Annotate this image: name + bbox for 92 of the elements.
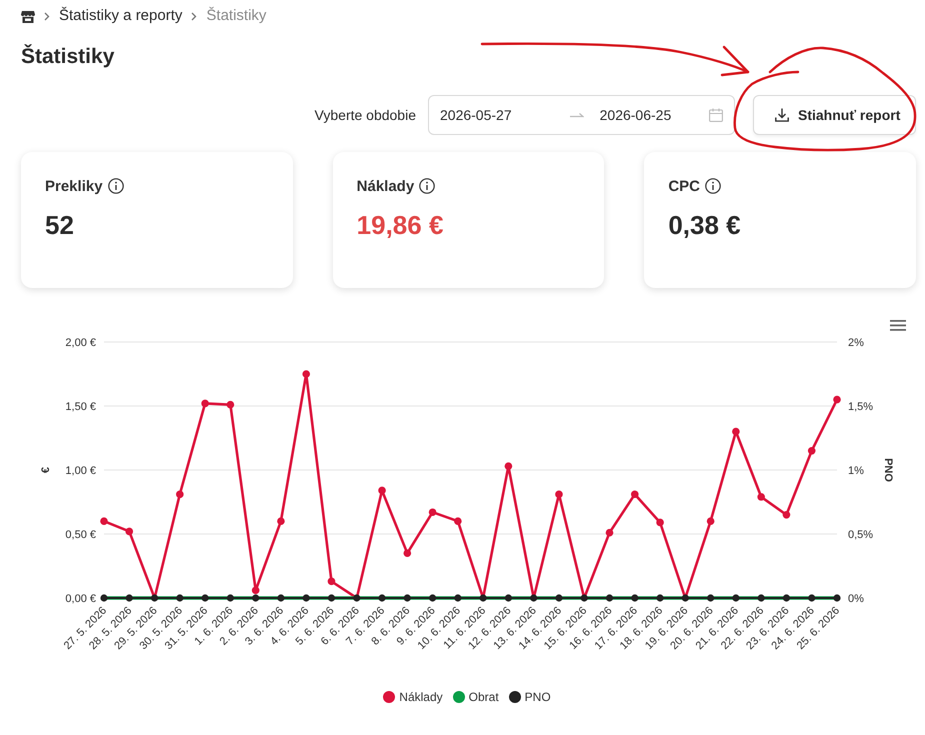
data-point xyxy=(782,594,790,602)
data-point xyxy=(504,594,512,602)
card-title: Náklady xyxy=(356,178,414,194)
data-point xyxy=(833,594,841,602)
data-point xyxy=(404,594,411,602)
data-point xyxy=(201,400,209,408)
data-point xyxy=(277,517,285,525)
data-point xyxy=(631,490,639,498)
data-point xyxy=(757,493,765,501)
card-title: CPC xyxy=(668,178,700,194)
data-point xyxy=(353,594,360,602)
legend-item[interactable]: PNO xyxy=(508,690,551,704)
legend-label: PNO xyxy=(524,690,551,704)
data-point xyxy=(833,396,841,404)
card-value: 0,38 € xyxy=(668,209,741,241)
data-point xyxy=(302,370,310,378)
data-point xyxy=(328,594,336,602)
data-point xyxy=(732,594,740,602)
axis-tick-label: 1,00 € xyxy=(65,465,96,477)
breadcrumb-link[interactable]: Štatistiky a reporty xyxy=(59,6,182,26)
axis-tick-label: 1,50 € xyxy=(65,401,96,413)
data-point xyxy=(454,517,462,525)
data-point xyxy=(530,594,538,602)
data-point xyxy=(202,594,209,602)
legend-label: Náklady xyxy=(399,690,443,704)
data-point xyxy=(606,594,614,602)
calendar-icon xyxy=(709,108,723,122)
data-point xyxy=(782,511,790,519)
data-point xyxy=(277,594,285,602)
data-point xyxy=(404,549,412,557)
data-point xyxy=(480,594,487,602)
download-icon xyxy=(775,108,789,122)
data-point xyxy=(226,400,234,409)
axis-tick-label: 0% xyxy=(848,593,864,605)
data-point xyxy=(226,594,234,602)
data-point xyxy=(176,594,184,602)
data-point xyxy=(100,517,108,525)
data-point xyxy=(682,594,689,602)
legend-item[interactable]: Obrat xyxy=(452,690,499,704)
data-point xyxy=(100,594,108,602)
data-point xyxy=(808,594,816,602)
period-label: Vyberte obdobie xyxy=(314,107,416,123)
store-icon[interactable] xyxy=(21,10,35,22)
axis-tick-label: 0,00 € xyxy=(65,593,96,605)
data-point xyxy=(707,594,714,602)
data-point xyxy=(125,528,134,536)
data-point xyxy=(428,508,436,516)
legend-label: Obrat xyxy=(468,690,499,704)
data-point xyxy=(808,447,816,455)
axis-tick-label: 0,50 € xyxy=(65,529,96,541)
data-point xyxy=(656,518,664,526)
chevron-icon xyxy=(191,12,198,20)
menu-icon[interactable] xyxy=(890,320,906,331)
data-point xyxy=(150,594,158,602)
end-date: 2026-06-25 xyxy=(600,107,672,123)
legend-item[interactable]: Náklady xyxy=(383,690,443,704)
data-point xyxy=(555,490,563,498)
data-point xyxy=(706,517,714,525)
data-point xyxy=(428,594,436,602)
card-value: 19,86 € xyxy=(356,209,444,241)
download-report-button[interactable]: Stiahnuť report xyxy=(753,95,916,135)
breadcrumb-current: Štatistiky xyxy=(206,6,266,26)
data-point xyxy=(631,594,638,602)
data-point xyxy=(126,594,133,602)
chevron-icon xyxy=(44,12,50,20)
axis-title: € xyxy=(40,466,52,474)
axis-tick-label: 1% xyxy=(848,465,864,477)
axis-tick-label: 1,5% xyxy=(848,401,874,413)
data-point xyxy=(378,594,386,602)
data-point xyxy=(302,594,310,602)
data-point xyxy=(454,594,462,602)
data-point xyxy=(656,594,664,602)
axis-title: PNO xyxy=(882,458,894,482)
data-point xyxy=(504,462,512,470)
axis-tick-label: 2,00 € xyxy=(65,337,96,349)
axis-tick-label: 2% xyxy=(848,337,864,349)
axis-tick-label: 0,5% xyxy=(848,529,874,541)
card-value: 52 xyxy=(45,209,74,241)
data-point xyxy=(555,594,563,602)
info-icon[interactable] xyxy=(419,178,436,194)
start-date: 2026-05-27 xyxy=(440,107,512,123)
data-point xyxy=(606,528,614,537)
date-range-field[interactable]: 2026-05-27 2026-06-25 xyxy=(428,95,735,135)
data-point xyxy=(176,490,184,498)
data-point xyxy=(328,578,336,586)
card-title: Prekliky xyxy=(45,178,103,194)
info-icon[interactable] xyxy=(108,178,124,194)
data-point xyxy=(378,486,386,494)
data-point xyxy=(758,594,765,602)
data-point xyxy=(580,594,588,602)
info-icon[interactable] xyxy=(705,178,721,194)
data-point xyxy=(732,428,740,436)
